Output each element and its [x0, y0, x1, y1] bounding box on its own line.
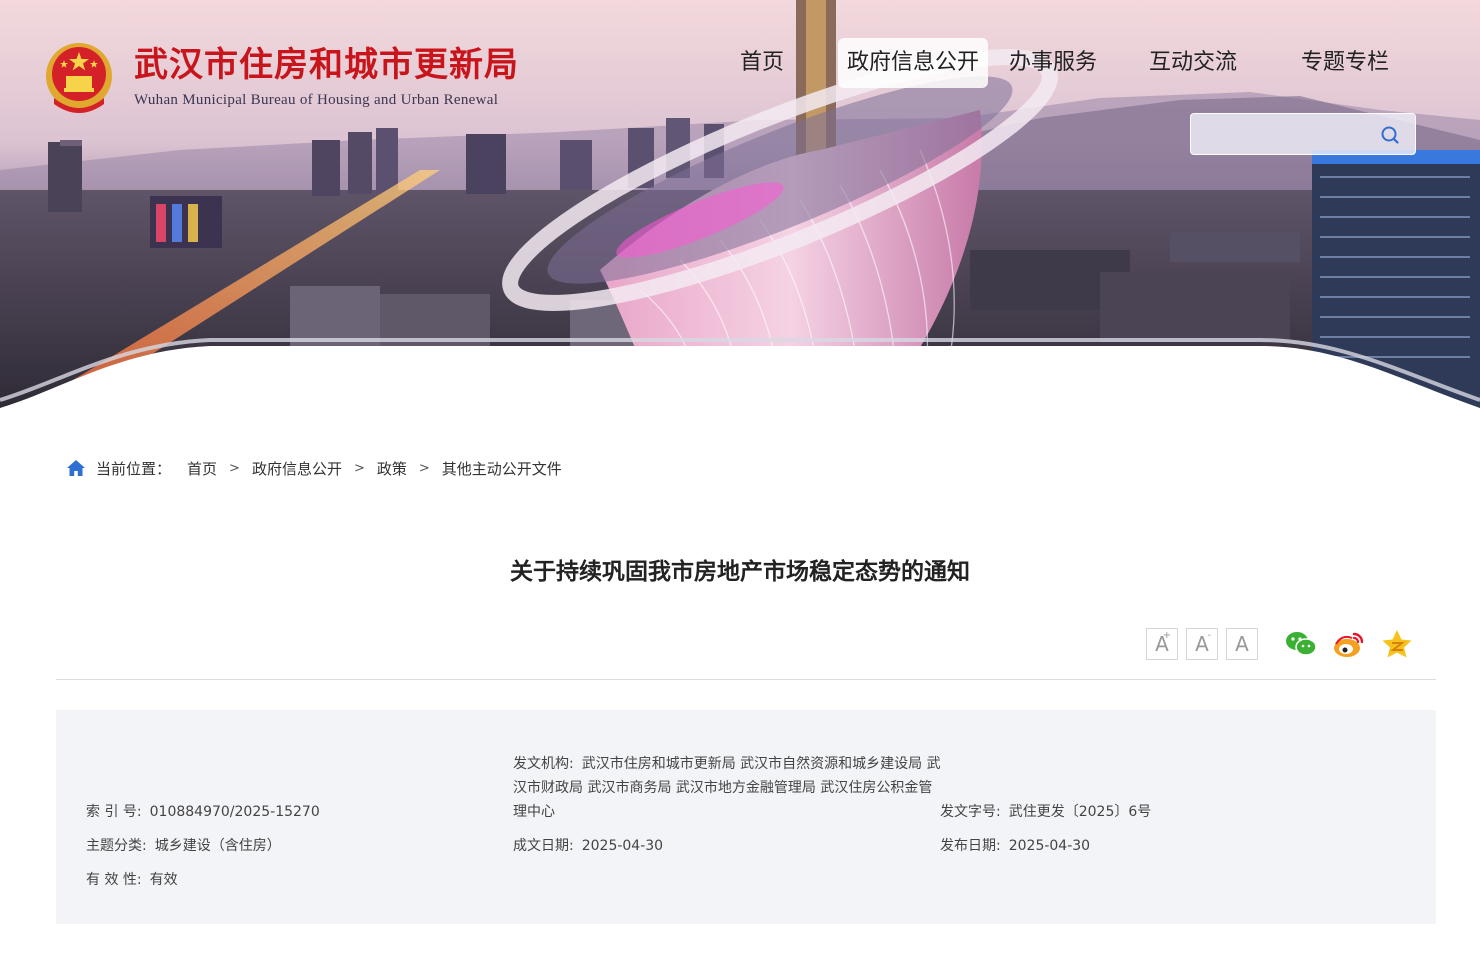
meta-created-date: 成文日期: 2025-04-30	[513, 838, 664, 854]
nav-item-topics[interactable]: 专题专栏	[1270, 38, 1420, 88]
nav-item-home[interactable]: 首页	[712, 38, 812, 88]
article-tools: A + A- A	[1146, 628, 1414, 660]
meta-published-date: 发布日期: 2025-04-30	[940, 838, 1091, 854]
nav-item-services[interactable]: 办事服务	[988, 38, 1118, 88]
breadcrumb: 当前位置： 首页 > 政府信息公开 > 政策 > 其他主动公开文件	[66, 456, 562, 480]
meta-validity-value: 有效	[149, 872, 178, 888]
header-banner: 武汉市住房和城市更新局 Wuhan Municipal Bureau of Ho…	[0, 0, 1480, 408]
site-logo[interactable]: 武汉市住房和城市更新局 Wuhan Municipal Bureau of Ho…	[44, 40, 519, 116]
home-icon	[67, 460, 85, 476]
weibo-icon[interactable]	[1332, 628, 1366, 660]
search-input[interactable]	[1201, 120, 1361, 148]
meta-issuer-value: 武汉市住房和城市更新局 武汉市自然资源和城乡建设局 武汉市财政局 武汉市商务局 …	[513, 756, 941, 820]
wechat-icon[interactable]	[1284, 628, 1318, 660]
meta-index-value: 010884970/2025-15270	[149, 804, 320, 820]
meta-validity: 有 效 性: 有效	[86, 872, 178, 888]
meta-published-date-value: 2025-04-30	[1008, 838, 1091, 854]
meta-doc-number: 发文字号: 武住更发〔2025〕6号	[940, 804, 1152, 820]
document-metadata: 索 引 号: 010884970/2025-15270 发文机构: 武汉市住房和城市…	[56, 710, 1436, 924]
article-title: 关于持续巩固我市房地产市场稳定态势的通知	[510, 559, 970, 585]
font-increase-button[interactable]: A +	[1146, 628, 1178, 660]
breadcrumb-label: 当前位置：	[96, 459, 172, 478]
meta-topic-value: 城乡建设（含住房）	[154, 838, 281, 854]
breadcrumb-link-other-files[interactable]: 其他主动公开文件	[442, 458, 562, 479]
search-icon[interactable]	[1379, 124, 1401, 146]
font-reset-button[interactable]: A	[1226, 628, 1258, 660]
meta-created-date-value: 2025-04-30	[581, 838, 664, 854]
main-nav: 首页 政府信息公开 办事服务 互动交流 专题专栏	[712, 38, 1420, 88]
title-divider	[56, 679, 1436, 680]
breadcrumb-link-home[interactable]: 首页	[187, 458, 217, 479]
meta-index: 索 引 号: 010884970/2025-15270	[86, 804, 320, 820]
national-emblem-icon	[46, 43, 112, 113]
site-subtitle-en: Wuhan Municipal Bureau of Housing and Ur…	[134, 92, 499, 108]
breadcrumb-separator: >	[229, 460, 240, 476]
breadcrumb-separator: >	[353, 460, 365, 476]
meta-topic: 主题分类: 城乡建设（含住房）	[86, 838, 281, 854]
breadcrumb-separator: >	[418, 460, 430, 476]
meta-doc-number-value: 武住更发〔2025〕6号	[1008, 804, 1152, 820]
qzone-icon[interactable]	[1380, 628, 1414, 660]
search-box	[1190, 113, 1416, 155]
nav-item-interaction[interactable]: 互动交流	[1118, 38, 1268, 88]
font-decrease-button[interactable]: A-	[1186, 628, 1218, 660]
meta-issuer: 发文机构: 武汉市住房和城市更新局 武汉市自然资源和城乡建设局 武汉市财政局 武汉…	[513, 756, 941, 820]
breadcrumb-link-policy[interactable]: 政策	[377, 458, 407, 479]
breadcrumb-link-gov-info[interactable]: 政府信息公开	[252, 458, 342, 479]
nav-item-gov-info[interactable]: 政府信息公开	[838, 38, 988, 88]
site-title: 武汉市住房和城市更新局	[134, 45, 519, 85]
